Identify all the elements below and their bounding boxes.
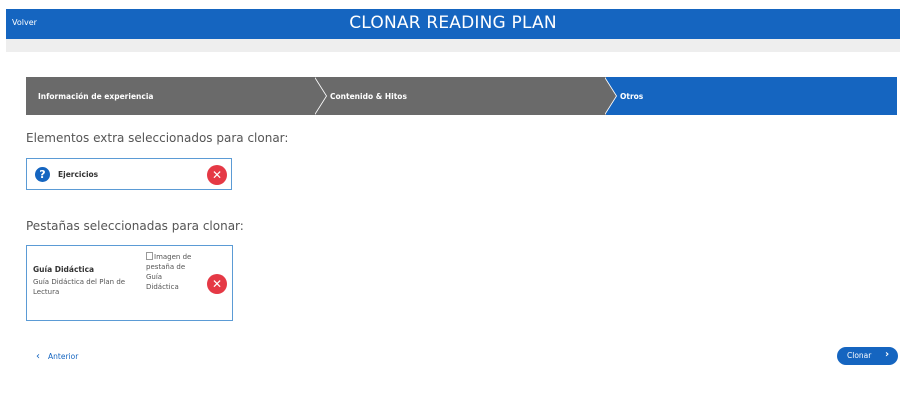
sub-bar: [6, 39, 900, 52]
step-label: Contenido & Hitos: [330, 92, 407, 101]
chevron-right-icon: ›: [885, 349, 890, 360]
page-title: CLONAR READING PLAN: [349, 13, 557, 33]
step-arrow: [604, 77, 616, 115]
remove-extra-button[interactable]: ✕: [207, 165, 227, 185]
clone-button[interactable]: Clonar ›: [837, 347, 898, 365]
step-otros[interactable]: Otros: [606, 77, 897, 115]
stepper: Información de experiencia Contenido & H…: [26, 77, 897, 115]
step-label: Otros: [620, 92, 644, 101]
step-informacion[interactable]: Información de experiencia: [26, 77, 328, 115]
top-bar: Volver CLONAR READING PLAN: [6, 9, 900, 39]
tab-description: Guía Didáctica del Plan de Lectura: [33, 278, 126, 296]
previous-label: Anterior: [48, 352, 79, 361]
clone-label: Clonar: [847, 351, 872, 360]
tabs-heading: Pestañas seleccionadas para clonar:: [26, 219, 244, 233]
extra-item-label: Ejercicios: [58, 170, 99, 179]
question-icon: ?: [35, 167, 50, 182]
chevron-left-icon: ‹: [36, 351, 40, 362]
step-contenido[interactable]: Contenido & Hitos: [328, 77, 606, 115]
remove-tab-button[interactable]: ✕: [207, 274, 227, 294]
previous-button[interactable]: ‹ Anterior: [36, 351, 78, 362]
step-arrow: [314, 77, 326, 115]
tab-item-card: Guía Didáctica Guía Didáctica del Plan d…: [26, 245, 233, 321]
tab-image-broken: Imagen de pestaña de Guía Didáctica: [146, 252, 192, 292]
extras-heading: Elementos extra seleccionados para clona…: [26, 131, 289, 145]
step-label: Información de experiencia: [38, 92, 154, 101]
broken-image-icon: [146, 252, 153, 260]
tab-title: Guía Didáctica: [33, 265, 95, 274]
extra-item-card: ? Ejercicios ✕: [26, 158, 232, 190]
